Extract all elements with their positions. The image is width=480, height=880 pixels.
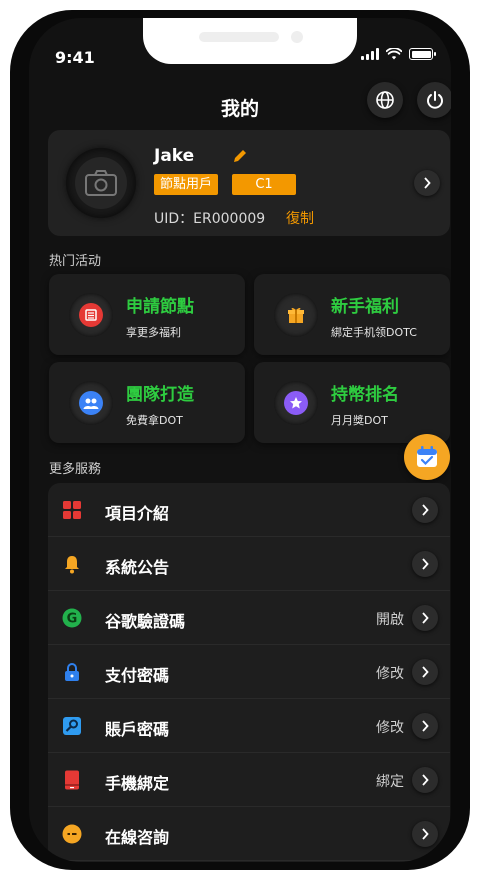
username: Jake xyxy=(154,146,195,166)
profile-card[interactable]: Jake 節點用戶 C1 UID：ER000009 復制 xyxy=(48,130,450,236)
services-list: 項目介紹 系統公告 G 谷歌驗證碼 開啟 支付密碼 修改 賬戶密碼 修改 手機綁… xyxy=(48,483,450,862)
menu-label: 手機綁定 xyxy=(105,774,170,793)
phone-frame: 9:41 我的 Jake 節點用戶 C1 UID：ER000009 復制 热门活… xyxy=(10,10,470,870)
device-notch xyxy=(143,18,357,64)
app-screen: 9:41 我的 Jake 節點用戶 C1 UID：ER000009 復制 热门活… xyxy=(29,18,451,862)
menu-value: 修改 xyxy=(376,666,404,682)
team-icon xyxy=(79,391,103,415)
menu-label: 賬戶密碼 xyxy=(105,720,170,739)
chevron-right-icon xyxy=(412,605,438,631)
level-badge: C1 xyxy=(232,174,296,195)
menu-item-project-intro[interactable]: 項目介紹 xyxy=(48,483,450,537)
activity-subtitle: 月月獎DOT xyxy=(331,414,388,427)
activity-subtitle: 免費拿DOT xyxy=(126,414,183,427)
chevron-right-icon xyxy=(412,767,438,793)
avatar[interactable] xyxy=(66,148,136,218)
rank-icon xyxy=(284,391,308,415)
activity-newbie-bonus[interactable]: 新手福利 綁定手机领DOTC xyxy=(254,274,450,355)
gift-icon xyxy=(284,303,308,327)
status-icons xyxy=(361,48,436,60)
menu-item-phone-binding[interactable]: 手機綁定 綁定 xyxy=(48,753,450,807)
hot-activities-label: 热门活动 xyxy=(49,254,102,269)
profile-detail-button[interactable] xyxy=(414,170,440,196)
activity-title: 新手福利 xyxy=(331,297,399,317)
node-icon xyxy=(79,303,103,327)
speaker xyxy=(199,32,279,42)
google-icon: G xyxy=(62,608,82,628)
activity-title: 申請節點 xyxy=(126,297,194,317)
checkin-calendar-button[interactable] xyxy=(404,434,450,480)
role-badge: 節點用戶 xyxy=(154,174,218,195)
menu-item-payment-password[interactable]: 支付密碼 修改 xyxy=(48,645,450,699)
menu-item-account-password[interactable]: 賬戶密碼 修改 xyxy=(48,699,450,753)
power-icon xyxy=(427,91,443,109)
activity-subtitle: 綁定手机领DOTC xyxy=(331,326,417,339)
menu-item-announcements[interactable]: 系統公告 xyxy=(48,537,450,591)
menu-label: 項目介紹 xyxy=(105,504,170,523)
wifi-icon xyxy=(386,48,402,60)
chevron-right-icon xyxy=(412,659,438,685)
edit-name-button[interactable] xyxy=(232,148,248,168)
menu-label: 在線咨詢 xyxy=(105,828,170,847)
activity-subtitle: 享更多福利 xyxy=(126,326,181,339)
pencil-icon xyxy=(234,150,246,162)
key-icon xyxy=(63,717,81,735)
user-id: UID：ER000009 xyxy=(154,211,266,227)
signal-icon xyxy=(361,48,379,60)
copy-uid-button[interactable]: 復制 xyxy=(286,208,314,228)
language-button[interactable] xyxy=(367,82,403,118)
activity-apply-node[interactable]: 申請節點 享更多福利 xyxy=(49,274,245,355)
chat-icon xyxy=(62,824,82,844)
chevron-right-icon xyxy=(412,497,438,523)
menu-label: 系統公告 xyxy=(105,558,170,577)
globe-icon xyxy=(376,91,394,109)
activity-holding-rank[interactable]: 持幣排名 月月獎DOT xyxy=(254,362,450,443)
menu-item-online-support[interactable]: 在線咨詢 xyxy=(48,807,450,861)
menu-item-google-auth[interactable]: G 谷歌驗證碼 開啟 xyxy=(48,591,450,645)
phone-icon xyxy=(65,770,79,790)
menu-value: 開啟 xyxy=(376,612,404,628)
menu-value: 修改 xyxy=(376,720,404,736)
activity-title: 持幣排名 xyxy=(331,385,399,405)
front-camera xyxy=(291,31,303,43)
calendar-icon xyxy=(417,446,437,467)
menu-value: 綁定 xyxy=(376,774,404,790)
chevron-right-icon xyxy=(412,551,438,577)
activity-team-build[interactable]: 團隊打造 免費拿DOT xyxy=(49,362,245,443)
more-services-label: 更多服務 xyxy=(49,462,102,477)
chevron-right-icon xyxy=(412,821,438,847)
battery-icon xyxy=(409,48,436,60)
logout-button[interactable] xyxy=(417,82,451,118)
menu-label: 谷歌驗證碼 xyxy=(105,612,186,631)
svg-text:G: G xyxy=(67,612,78,627)
status-time: 9:41 xyxy=(55,48,95,67)
bell-icon xyxy=(65,556,79,574)
activity-title: 團隊打造 xyxy=(126,385,194,405)
grid-icon xyxy=(63,501,81,519)
camera-icon xyxy=(85,170,117,196)
chevron-right-icon xyxy=(412,713,438,739)
lock-icon xyxy=(65,663,79,681)
chevron-right-icon xyxy=(424,177,431,189)
menu-label: 支付密碼 xyxy=(105,666,170,685)
